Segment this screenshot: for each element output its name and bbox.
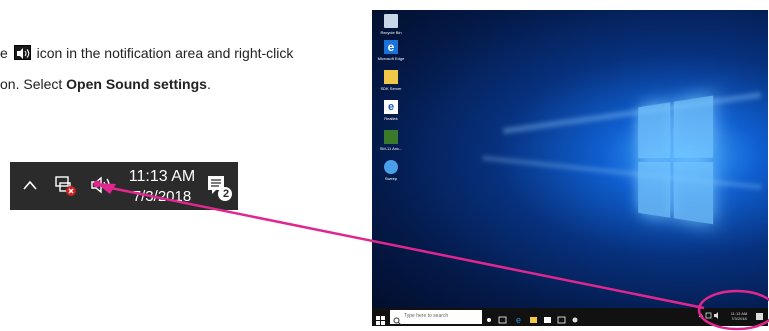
instruction-line-1: e icon in the notification area and righ…: [0, 45, 294, 61]
taskbar: Type here to search e 11:13 AM 7/3/2018: [372, 308, 768, 326]
taskbar-pinned-apps[interactable]: e: [486, 312, 596, 326]
taskbar-search-box[interactable]: Type here to search: [390, 310, 482, 326]
desktop-screenshot: Recycle Bin e Microsoft Edge SDK Server …: [372, 10, 768, 326]
windows-start-icon[interactable]: [376, 312, 385, 326]
folder-icon: [384, 70, 398, 84]
clock-time[interactable]: 11:13 AM: [122, 168, 202, 186]
app-icon: [384, 130, 398, 144]
open-sound-settings-label: Open Sound settings: [66, 76, 207, 92]
globe-icon: [384, 160, 398, 174]
app-icon: e: [384, 100, 398, 114]
notification-count-badge: 2: [222, 188, 230, 200]
speaker-icon: [13, 45, 31, 60]
edge-icon: e: [384, 40, 398, 54]
search-icon: [393, 312, 401, 326]
svg-text:e: e: [516, 315, 521, 325]
desktop-icon-recycle-bin[interactable]: Recycle Bin: [376, 14, 406, 35]
tray-zoom: 11:13 AM 7/3/2018 2: [10, 162, 238, 210]
speaker-icon[interactable]: [90, 175, 112, 200]
light-beam: [482, 155, 762, 190]
recycle-bin-icon: [384, 14, 398, 28]
taskbar-clock[interactable]: 11:13 AM 7/3/2018: [727, 311, 751, 321]
desktop-icon-sweep[interactable]: Sweep: [376, 160, 406, 181]
instruction-line-2: on. Select Open Sound settings.: [0, 76, 211, 92]
windows-logo-wallpaper: [638, 95, 714, 227]
desktop-icon-sdk-server[interactable]: SDK Server: [376, 70, 406, 91]
desktop-icon-realtek[interactable]: e Realtek: [376, 100, 406, 121]
light-beam: [502, 91, 762, 135]
desktop-icon-sm11[interactable]: SM-11 Anc...: [376, 130, 406, 151]
chevron-up-icon[interactable]: [23, 177, 37, 195]
network-disconnected-icon[interactable]: [54, 175, 78, 202]
instruction-text: e icon in the notification area and righ…: [0, 38, 372, 100]
taskbar-tray-icons[interactable]: [698, 311, 724, 321]
action-center-icon[interactable]: [756, 313, 763, 320]
desktop-icon-edge[interactable]: e Microsoft Edge: [376, 40, 406, 61]
clock-date[interactable]: 7/3/2018: [122, 188, 202, 206]
